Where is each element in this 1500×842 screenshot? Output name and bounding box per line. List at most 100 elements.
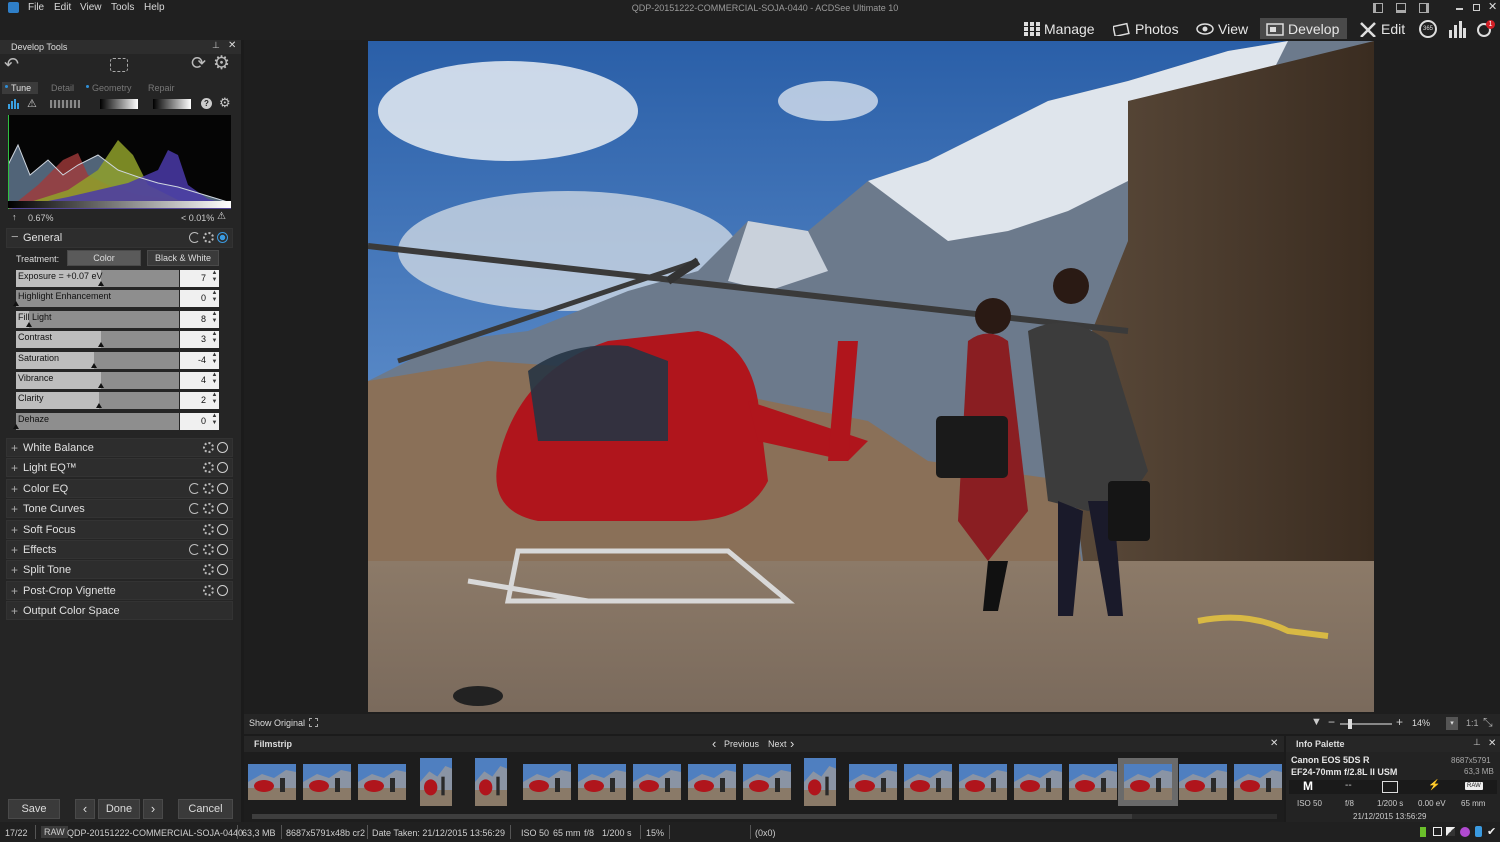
checkmark-icon[interactable]: ✔ (1487, 825, 1496, 838)
general-sync-icon[interactable] (189, 232, 200, 243)
fit-icon[interactable]: ⤡ (1483, 715, 1493, 730)
filmstrip-thumbnail[interactable] (1234, 764, 1282, 800)
toggle-icon[interactable] (217, 503, 228, 515)
section-effects[interactable]: + Effects (6, 540, 233, 559)
toggle-icon[interactable] (217, 544, 228, 555)
spinner-icon[interactable]: ▲ ▼ (210, 270, 219, 287)
section-output-color-space[interactable]: + Output Color Space (6, 601, 233, 621)
slider-clarity[interactable]: Clarity 2 ▲ ▼ (16, 392, 219, 410)
film-strip-icon[interactable] (50, 100, 80, 108)
treatment-color-button[interactable]: Color (67, 250, 141, 266)
previous-chevron-icon[interactable]: ‹ (712, 736, 716, 751)
filmstrip-thumbnail[interactable] (1118, 758, 1178, 806)
spinner-icon[interactable]: ▲ ▼ (210, 331, 219, 349)
slider-fill[interactable]: Fill Light 8 ▲ ▼ (16, 310, 219, 329)
toggle-icon[interactable] (217, 564, 228, 576)
filmstrip-close-icon[interactable]: ✕ (1270, 738, 1278, 749)
focus-target-icon[interactable] (110, 58, 128, 72)
gear-icon[interactable] (203, 503, 214, 515)
panel-close-icon[interactable]: ✕ (228, 40, 236, 51)
filmstrip-thumbnail[interactable] (959, 764, 1007, 800)
slider-marker-icon[interactable] (13, 301, 19, 307)
section-tone-curves[interactable]: + Tone Curves (6, 499, 233, 519)
acdsee-365-icon[interactable]: 365 (1419, 20, 1437, 38)
tab-detail[interactable]: Detail (51, 83, 74, 93)
filmstrip-thumbnail[interactable] (420, 758, 452, 806)
tab-repair[interactable]: Repair (148, 83, 175, 93)
notifications-icon[interactable]: 1 (1477, 20, 1495, 38)
pin-icon[interactable]: ⊥ (212, 40, 220, 51)
sync-icon[interactable] (189, 503, 200, 515)
filmstrip-thumbnail[interactable] (688, 764, 736, 800)
mode-manage-button[interactable]: Manage (1018, 18, 1101, 39)
gear-icon[interactable] (203, 462, 214, 474)
toggle-icon[interactable] (217, 482, 228, 494)
histogram-icon[interactable] (8, 99, 20, 109)
slider-marker-icon[interactable] (26, 321, 33, 327)
zoom-out-icon[interactable]: − (1328, 715, 1335, 729)
spinner-icon[interactable]: ▲ ▼ (210, 392, 219, 410)
general-section-header[interactable]: − General (6, 228, 233, 248)
slider-value-input[interactable]: 3 (180, 331, 210, 349)
main-photo[interactable] (368, 41, 1374, 712)
mode-edit-button[interactable]: Edit (1353, 18, 1411, 39)
next-chevron-icon[interactable]: › (790, 736, 794, 751)
view-square-icon[interactable] (1433, 827, 1442, 836)
sync-icon[interactable] (189, 482, 200, 494)
save-button[interactable]: Save (8, 799, 60, 819)
layout-bottom-icon[interactable] (1396, 3, 1406, 13)
battery-icon[interactable] (1420, 827, 1426, 837)
filmstrip-thumbnail[interactable] (1014, 764, 1062, 800)
spinner-icon[interactable]: ▲ ▼ (210, 310, 219, 328)
filmstrip-thumbnail[interactable] (904, 764, 952, 800)
gradient-light-icon[interactable] (153, 99, 191, 109)
filmstrip-scrollbar[interactable] (252, 814, 1277, 819)
filmstrip-thumbnail[interactable] (475, 758, 507, 806)
filmstrip-thumbnail[interactable] (633, 764, 681, 800)
next-image-button[interactable]: › (143, 799, 163, 819)
slider-value-input[interactable]: 0 (180, 290, 210, 308)
cancel-button[interactable]: Cancel (178, 799, 233, 819)
tab-tune-label[interactable]: Tune (11, 83, 31, 93)
filmstrip-thumbnail[interactable] (578, 764, 626, 800)
minimize-icon[interactable] (1456, 8, 1463, 10)
section-split-tone[interactable]: + Split Tone (6, 560, 233, 580)
filmstrip-thumbnail[interactable] (1179, 764, 1227, 800)
section-soft-focus[interactable]: + Soft Focus (6, 519, 233, 539)
slider-value-input[interactable]: 4 (180, 372, 210, 389)
previous-button[interactable]: Previous (724, 739, 759, 749)
info-close-icon[interactable]: ✕ (1488, 738, 1496, 749)
gear-icon[interactable] (203, 544, 214, 555)
slider-marker-icon[interactable] (97, 342, 104, 348)
slider-marker-icon[interactable] (97, 281, 104, 286)
slider-value-input[interactable]: -4 (180, 351, 210, 369)
slider-value-input[interactable]: 2 (180, 392, 210, 410)
filmstrip-thumbnail[interactable] (303, 764, 351, 800)
color-icon[interactable] (1460, 827, 1470, 837)
filmstrip-thumbnail[interactable] (358, 764, 406, 800)
spinner-icon[interactable]: ▲ ▼ (210, 351, 219, 369)
slider-value-input[interactable]: 7 (180, 270, 210, 287)
general-gear-icon[interactable] (203, 232, 214, 243)
fullscreen-icon[interactable] (309, 718, 318, 727)
mode-photos-button[interactable]: Photos (1107, 18, 1185, 39)
dashboard-icon[interactable] (1448, 20, 1466, 38)
filmstrip-thumbnail[interactable] (248, 764, 296, 800)
slider-contrast[interactable]: Contrast 3 ▲ ▼ (16, 331, 219, 349)
spinner-icon[interactable]: ▲ ▼ (210, 412, 219, 430)
histogram-settings-icon[interactable]: ⚙ (219, 95, 231, 111)
slider-saturation[interactable]: Saturation -4 ▲ ▼ (16, 351, 219, 370)
settings-gear-icon[interactable]: ⚙ (213, 52, 230, 75)
gradient-dark-icon[interactable] (100, 99, 138, 109)
zoom-slider[interactable] (1340, 719, 1392, 729)
previous-image-button[interactable]: ‹ (75, 799, 95, 819)
database-icon[interactable] (1475, 826, 1482, 837)
slider-dehaze[interactable]: Dehaze 0 ▲ ▼ (13, 412, 219, 431)
toggle-icon[interactable] (217, 442, 228, 453)
slider-marker-icon[interactable] (13, 423, 19, 429)
done-button[interactable]: Done (98, 799, 140, 819)
filmstrip-thumbnail[interactable] (849, 764, 897, 800)
restore-icon[interactable] (1473, 4, 1480, 11)
filmstrip-scroll-thumb[interactable] (252, 814, 1132, 819)
zoom-level[interactable]: 14% (1412, 718, 1430, 728)
